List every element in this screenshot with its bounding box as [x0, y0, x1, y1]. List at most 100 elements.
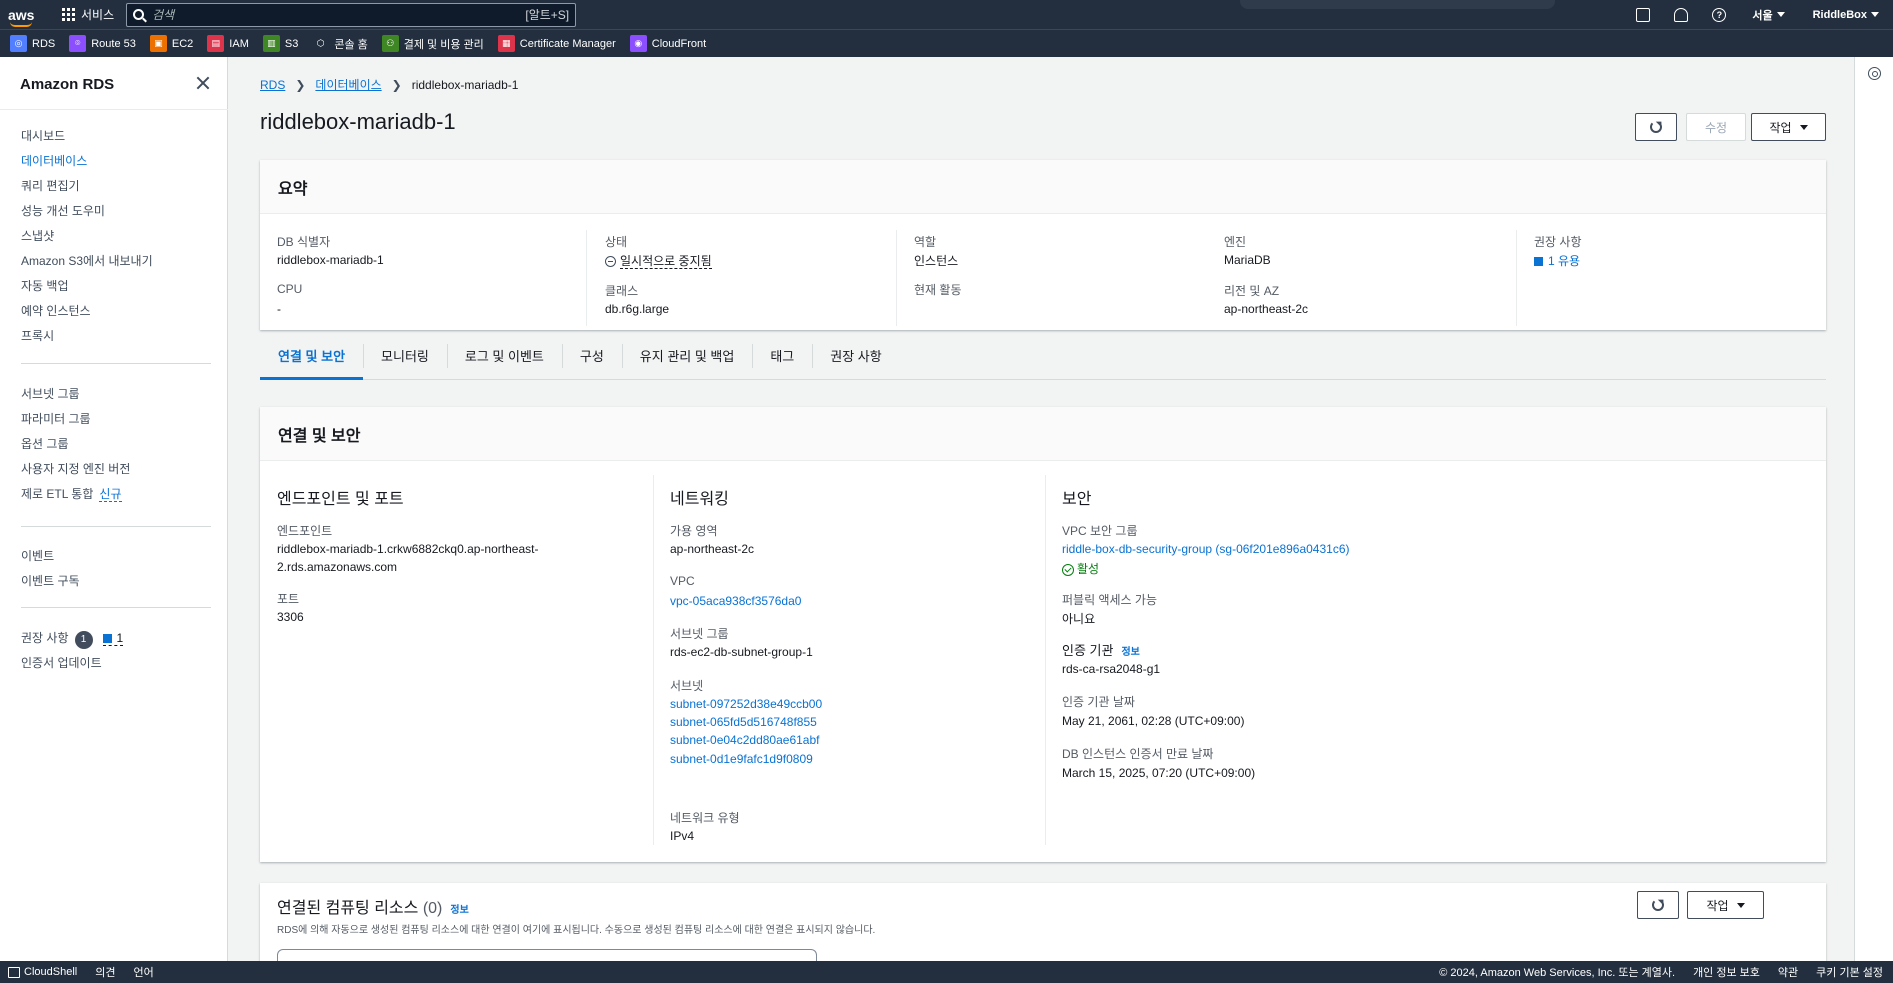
actions-button[interactable]: 작업	[1751, 113, 1826, 141]
favorite-cloudfront[interactable]: ◉ CloudFront	[629, 35, 706, 52]
sidebar-item-snapshots[interactable]: 스냅샷	[21, 227, 54, 244]
activity-label: 현재 활동	[914, 283, 962, 297]
compute-search-input[interactable]	[277, 949, 817, 961]
sidebar-item-databases[interactable]: 데이터베이스	[21, 152, 87, 169]
chevron-down-icon	[1736, 902, 1745, 908]
sidebar-item-event-subscriptions[interactable]: 이벤트 구독	[21, 572, 80, 589]
refresh-button[interactable]	[1635, 113, 1677, 141]
subnet-link[interactable]: subnet-097252d38e49ccb00	[670, 697, 822, 711]
account-menu[interactable]: RiddleBox	[1813, 9, 1879, 21]
terms-link[interactable]: 약관	[1778, 964, 1798, 980]
cookie-preferences-link[interactable]: 쿠키 기본 설정	[1816, 964, 1883, 980]
favorite-rds[interactable]: ◎ RDS	[10, 35, 55, 52]
status-value[interactable]: 일시적으로 중지됨	[605, 252, 712, 269]
ca-info-link[interactable]: 정보	[1121, 647, 1139, 658]
cloudshell-icon[interactable]	[1636, 7, 1651, 22]
chevron-right-icon: ❯	[295, 77, 306, 92]
breadcrumb-current: riddlebox-mariadb-1	[411, 77, 519, 92]
bell-icon[interactable]	[1674, 7, 1689, 22]
search-input[interactable]	[152, 7, 526, 22]
vpc-sg-link[interactable]: riddle-box-db-security-group (sg-06f201e…	[1062, 542, 1350, 556]
privacy-link[interactable]: 개인 정보 보호	[1693, 964, 1760, 980]
compute-resources-card: 연결된 컴퓨팅 리소스 (0) 정보 RDS에 의해 자동으로 생성된 컴퓨팅 리…	[260, 883, 1826, 961]
language-link[interactable]: 언어	[133, 964, 153, 980]
sidebar-item-reserved-instances[interactable]: 예약 인스턴스	[21, 302, 91, 319]
ca-value: rds-ca-rsa2048-g1	[1062, 662, 1161, 676]
close-icon[interactable]	[196, 76, 210, 90]
favorites-bar: ◎ RDS ⌾ Route 53 ▣ EC2 ▤ IAM ▥ S3 ⬡ 콘솔 홈 ⚇ 결제 및…	[0, 29, 1893, 57]
recommendations-value[interactable]: 1 유용	[1534, 252, 1580, 269]
subnet-link[interactable]: subnet-0d1e9fafc1d9f0809	[670, 752, 813, 766]
favorite-s3[interactable]: ▥ S3	[262, 35, 298, 52]
sidebar-item-zero-etl[interactable]: 제로 ETL 통합 신규	[21, 485, 122, 502]
favorite-ec2[interactable]: ▣ EC2	[149, 35, 193, 52]
sidebar-item-performance-insights[interactable]: 성능 개선 도우미	[21, 202, 105, 219]
sidebar-item-certificate-update[interactable]: 인증서 업데이트	[21, 654, 102, 671]
compute-actions-button[interactable]: 작업	[1687, 891, 1764, 919]
sidebar-item-s3-exports[interactable]: Amazon S3에서 내보내기	[21, 252, 153, 269]
modify-button[interactable]: 수정	[1686, 113, 1746, 141]
breadcrumb-rds[interactable]: RDS	[260, 78, 285, 92]
cloudshell-link[interactable]: CloudShell	[8, 966, 77, 978]
breadcrumb: RDS ❯ 데이터베이스 ❯ riddlebox-mariadb-1	[260, 76, 518, 93]
subnet-link[interactable]: subnet-0e04c2dd80ae61abf	[670, 733, 819, 747]
favorite-route53[interactable]: ⌾ Route 53	[69, 35, 136, 52]
search-box[interactable]: [알트+S]	[126, 2, 577, 27]
chevron-down-icon	[1871, 12, 1879, 17]
recommendations-link[interactable]: 1	[102, 631, 124, 646]
count-badge: 1	[74, 631, 93, 649]
feedback-link[interactable]: 의견	[95, 964, 115, 980]
favorite-iam[interactable]: ▤ IAM	[207, 35, 249, 52]
chevron-down-icon	[1799, 124, 1808, 130]
sidebar-item-custom-engine-versions[interactable]: 사용자 지정 엔진 버전	[21, 460, 130, 477]
billing-icon: ⚇	[381, 35, 399, 52]
sidebar-item-subnet-groups[interactable]: 서브넷 그룹	[21, 385, 80, 402]
compute-title: 연결된 컴퓨팅 리소스 (0) 정보	[277, 900, 469, 917]
main-content: RDS ❯ 데이터베이스 ❯ riddlebox-mariadb-1 riddl…	[229, 57, 1854, 961]
tab-monitoring[interactable]: 모니터링	[363, 344, 447, 380]
sidebar-item-parameter-groups[interactable]: 파라미터 그룹	[21, 410, 91, 427]
settings-icon[interactable]	[1868, 67, 1881, 80]
tab-tags[interactable]: 태그	[752, 344, 812, 380]
sidebar-item-automated-backups[interactable]: 자동 백업	[21, 277, 69, 294]
engine-value: MariaDB	[1224, 253, 1271, 267]
summary-card: 요약 DB 식별자 riddlebox-mariadb-1 CPU - 상태 일…	[260, 160, 1826, 330]
detail-tabs: 연결 및 보안 모니터링 로그 및 이벤트 구성 유지 관리 및 백업 태그 권…	[260, 344, 1826, 380]
sidebar-item-proxies[interactable]: 프록시	[21, 327, 54, 344]
tab-connectivity[interactable]: 연결 및 보안	[260, 344, 364, 380]
vpc-link[interactable]: vpc-05aca938cf3576da0	[670, 594, 801, 608]
compute-refresh-button[interactable]	[1637, 891, 1679, 919]
compute-info-link[interactable]: 정보	[450, 905, 468, 916]
help-icon[interactable]: ?	[1712, 7, 1727, 22]
services-menu[interactable]: 서비스	[62, 6, 114, 23]
tab-configuration[interactable]: 구성	[561, 344, 622, 380]
sidebar-item-events[interactable]: 이벤트	[21, 547, 54, 564]
aws-logo[interactable]: aws	[8, 8, 46, 27]
sidebar-item-dashboard[interactable]: 대시보드	[21, 127, 65, 144]
sidebar-item-query-editor[interactable]: 쿼리 편집기	[21, 177, 80, 194]
cpu-value: -	[277, 302, 281, 316]
favorite-certificate-manager[interactable]: ▦ Certificate Manager	[497, 35, 616, 52]
region-menu[interactable]: 서울	[1752, 7, 1785, 23]
copyright: © 2024, Amazon Web Services, Inc. 또는 계열사…	[1439, 967, 1676, 979]
tab-logs-events[interactable]: 로그 및 이벤트	[446, 344, 562, 380]
role-value: 인스턴스	[914, 254, 959, 268]
subnet-link[interactable]: subnet-065fd5d516748f855	[670, 715, 817, 729]
favorite-billing[interactable]: ⚇ 결제 및 비용 관리	[381, 35, 484, 52]
role-label: 역할	[914, 235, 937, 249]
sidebar-item-option-groups[interactable]: 옵션 그룹	[21, 435, 69, 452]
network-type-label: 네트워크 유형	[670, 811, 740, 825]
breadcrumb-databases[interactable]: 데이터베이스	[315, 76, 381, 93]
tab-recommendations[interactable]: 권장 사항	[812, 344, 899, 380]
ca-date-label: 인증 기관 날짜	[1062, 695, 1135, 709]
endpoint-value-line1: riddlebox-mariadb-1.crkw6882ckq0.ap-nort…	[277, 542, 539, 556]
summary-header: 요약	[260, 160, 1826, 214]
favorite-console-home[interactable]: ⬡ 콘솔 홈	[312, 35, 368, 52]
chevron-right-icon: ❯	[391, 77, 402, 92]
grid-icon	[62, 8, 75, 21]
footer: CloudShell 의견 언어 © 2024, Amazon Web Serv…	[0, 961, 1893, 983]
sidebar-item-recommendations[interactable]: 권장 사항 1 1	[21, 629, 124, 649]
column-divider	[896, 230, 897, 326]
sidebar: Amazon RDS 대시보드 데이터베이스 쿼리 편집기 성능 개선 도우미 …	[0, 57, 228, 961]
tab-maintenance-backups[interactable]: 유지 관리 및 백업	[621, 344, 753, 380]
